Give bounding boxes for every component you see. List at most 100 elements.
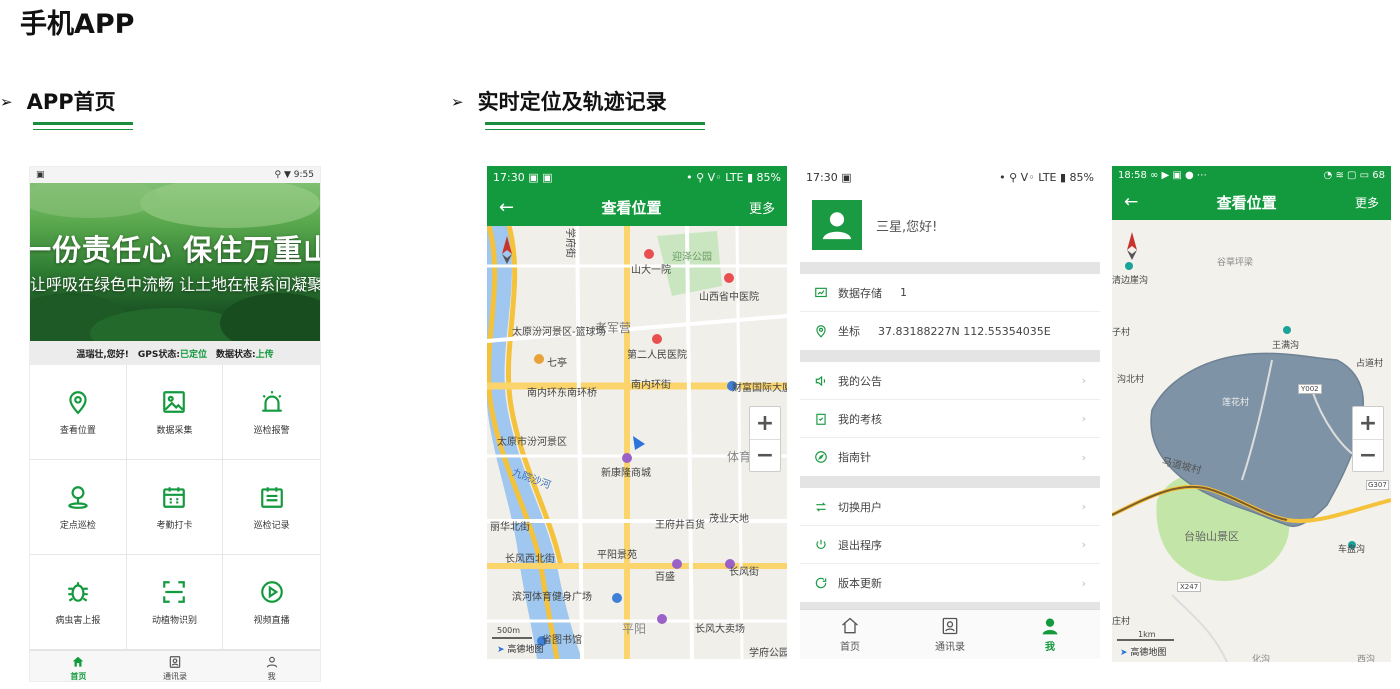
status-time: 17:30 [806,170,838,184]
map-label: 台骀山景区 [1184,530,1239,543]
map-label: G307 [1366,480,1389,490]
zoom-out-button[interactable]: − [750,439,780,471]
map-scale: 1km [1138,630,1156,639]
gps-label: GPS状态: [137,349,180,360]
menu-live-video[interactable]: 视频直播 [223,555,320,650]
contacts-icon [169,656,181,668]
amap-logo-icon: ➤ [1120,648,1128,658]
menu-label: 视频直播 [253,615,290,626]
map-label: Y002 [1298,384,1322,394]
location-pin-icon [69,390,87,414]
user-greeting: 三星,您好! [876,219,938,235]
section-home-heading: ➢ APP首页 [0,86,116,116]
home-phone-screen: ▣ ⚲ ▼ 9:55 一份责任心 保住万重山 让呼吸在绿色中流畅 让土地在根系间… [29,166,321,682]
menu-attendance[interactable]: 考勤打卡 [126,460,224,555]
menu-label: 考勤打卡 [156,520,193,531]
map-logo: ➤ 高德地图 [1120,645,1166,658]
map-label: 太原汾河景区-篮球场 [512,327,606,338]
battery-level: 85% [756,170,781,184]
menu-patrol-alarm[interactable]: 巡检报警 [223,365,320,460]
map-label: 第二人民医院 [627,350,687,361]
back-arrow-icon[interactable]: ← [1124,192,1138,212]
user-icon [1042,618,1058,635]
status-bar: ▣ ⚲ ▼ 9:55 [30,167,320,183]
menu-label: 退出程序 [838,538,882,552]
map-header: ← 查看位置 更多 [487,188,787,226]
status-time: 17:30 [493,170,525,184]
tab-contacts[interactable]: 通讯录 [127,651,224,681]
menu-label: 定点巡检 [59,520,96,531]
coordinate-row: 坐标 37.83188227N 112.55354035E [800,312,1100,350]
status-bar: 17:30 ▣ • ⚲ V◦ LTE ▮ 85% [806,170,1094,184]
image-icon [163,390,186,413]
avatar[interactable] [812,200,862,250]
map-label: 丽华北街 [490,522,530,533]
status-strip: 温瑞壮,您好! GPS状态:已定位 数据状态:上传 [30,341,320,365]
menu-row-notice[interactable]: 我的公告 › [800,362,1100,400]
menu-species-id[interactable]: 动植物识别 [126,555,224,650]
map-header: ← 查看位置 更多 [1112,184,1391,220]
network-type: LTE [1038,170,1057,184]
section-map-heading: ➢ 实时定位及轨迹记录 [451,86,667,116]
map-label: 占道村 [1356,359,1384,369]
zoom-in-button[interactable]: + [1353,407,1383,439]
divider [800,262,1100,274]
track-map[interactable]: 谷草坪梁 清边崖沟 子村 王满沟 占道村 沟北村 Y002 莲花村 马道坡村 台… [1112,220,1391,662]
chevron-right-icon: › [1081,538,1086,551]
zoom-control: + − [749,406,781,472]
map-label: 学府街 [564,228,575,258]
map-label: 长风街 [729,567,759,578]
map-label: 新康隆商城 [601,468,651,479]
menu-label: 指南针 [838,451,871,464]
menu-patrol-record[interactable]: 巡检记录 [223,460,320,555]
map-label: 学府公园 [749,648,787,659]
tab-me[interactable]: 我 [1000,610,1100,659]
map-label: 清边崖沟 [1112,276,1149,286]
chevron-right-icon: › [1081,500,1086,513]
menu-pest-report[interactable]: 病虫害上报 [30,555,127,650]
map-label: 平阳景苑 [597,550,637,561]
map-label: 沟北村 [1117,375,1145,385]
banner-image: 一份责任心 保住万重山 让呼吸在绿色中流畅 让土地在根系间凝聚 [30,183,320,341]
fixed-point-icon [68,485,88,509]
menu-row-update[interactable]: 版本更新 › [800,564,1100,602]
menu-row-exit[interactable]: 退出程序 › [800,526,1100,564]
menu-row-compass[interactable]: 指南针 › [800,438,1100,476]
battery-level: 68 [1372,169,1385,181]
tab-home[interactable]: 首页 [30,651,127,681]
map-label: 化沟 [1252,655,1271,662]
map-label: 车盘沟 [1338,545,1366,555]
map-label: 长风西北街 [505,554,555,565]
menu-row-switch-user[interactable]: 切换用户 › [800,488,1100,526]
back-arrow-icon[interactable]: ← [499,197,514,218]
tab-contacts[interactable]: 通讯录 [900,610,1000,659]
record-icon [260,486,283,508]
menu-data-collect[interactable]: 数据采集 [126,365,224,460]
zoom-in-button[interactable]: + [750,407,780,439]
chevron-right-icon: › [1081,576,1086,590]
track-map-shapes [1112,220,1391,662]
menu-fixed-patrol[interactable]: 定点巡检 [30,460,127,555]
map-label: 庄村 [1112,617,1131,627]
arrow-icon: ➢ [451,93,464,111]
page-title: 手机APP [20,9,135,40]
home-icon [73,656,84,667]
zoom-out-button[interactable]: − [1353,439,1383,471]
more-button[interactable]: 更多 [749,198,775,217]
menu-label: 我的考核 [838,412,882,426]
map-phone-screen: 17:30 ▣ ▣ • ⚲ V◦ LTE ▮ 85% ← 查看位置 更多 学府街… [487,166,787,659]
menu-view-location[interactable]: 查看位置 [30,365,127,460]
status-bar: 18:58 ∞ ▶ ▣ ● ⋯ ◔ ≋ ▢ ▭ 68 [1112,166,1391,184]
more-button[interactable]: 更多 [1355,194,1379,211]
menu-row-assessment[interactable]: 我的考核 › [800,400,1100,438]
data-storage-row: 数据存储 1 [800,274,1100,312]
city-map[interactable]: 学府街 山大一院 迎泽公园 山西省中医院 老军营 第二人民医院 太原汾河景区-篮… [487,226,787,659]
map-label: 滨河体育健身广场 [512,592,592,603]
menu-label: 我的公告 [838,374,882,388]
menu-label: 查看位置 [59,425,96,436]
tab-me[interactable]: 我 [223,651,320,681]
map-label: 长风大卖场 [695,624,745,635]
tab-home[interactable]: 首页 [800,610,900,659]
alarm-icon [261,390,282,412]
zoom-control: + − [1352,406,1384,472]
